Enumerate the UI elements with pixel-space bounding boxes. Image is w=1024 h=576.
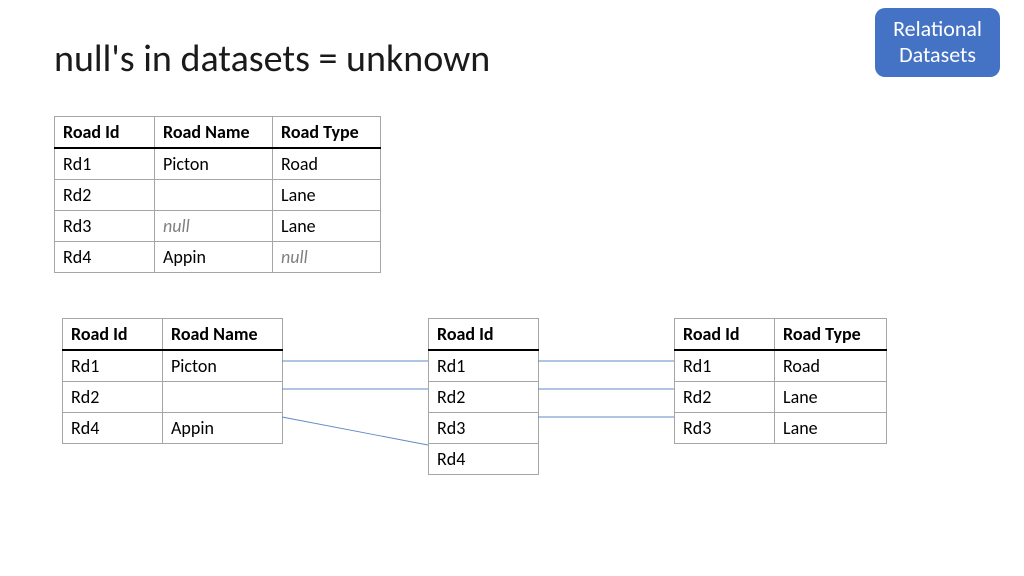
table-row: Rd4 Appin <box>63 413 283 444</box>
table-row: Rd2 <box>429 382 539 413</box>
table-row: Rd4 Appin null <box>55 242 381 273</box>
cell: Rd3 <box>429 413 539 444</box>
cell: Rd4 <box>429 444 539 475</box>
table-row: Rd2 <box>63 382 283 413</box>
table-row: Rd2 Lane <box>675 382 887 413</box>
badge-line1: Relational <box>893 15 982 42</box>
col-road-id: Road Id <box>63 319 163 351</box>
cell: Road <box>273 148 381 180</box>
cell: Picton <box>155 148 273 180</box>
cell-null: null <box>155 211 273 242</box>
table-head-row: Road Id Road Type <box>675 319 887 351</box>
table-left: Road Id Road Name Rd1 Picton Rd2 Rd4 App… <box>62 318 283 444</box>
table-row: Rd4 <box>429 444 539 475</box>
cell: Lane <box>775 382 887 413</box>
table-row: Rd1 <box>429 350 539 382</box>
cell: Rd2 <box>63 382 163 413</box>
cell: Lane <box>273 211 381 242</box>
badge-line2: Datasets <box>899 41 976 68</box>
cell-null: null <box>273 242 381 273</box>
cell: Road <box>775 350 887 382</box>
cell: Lane <box>273 180 381 211</box>
col-road-id: Road Id <box>675 319 775 351</box>
cell: Rd4 <box>55 242 155 273</box>
table-main: Road Id Road Name Road Type Rd1 Picton R… <box>54 116 381 273</box>
col-road-id: Road Id <box>55 117 155 149</box>
cell: Rd1 <box>63 350 163 382</box>
table-row: Rd1 Picton <box>63 350 283 382</box>
cell <box>163 382 283 413</box>
col-road-name: Road Name <box>163 319 283 351</box>
cell: Rd2 <box>675 382 775 413</box>
cell: Picton <box>163 350 283 382</box>
table-row: Rd1 Picton Road <box>55 148 381 180</box>
cell: Rd2 <box>429 382 539 413</box>
col-road-type: Road Type <box>775 319 887 351</box>
cell: Rd3 <box>55 211 155 242</box>
table-row: Rd3 null Lane <box>55 211 381 242</box>
table-row: Rd1 Road <box>675 350 887 382</box>
cell: Lane <box>775 413 887 444</box>
cell: Rd1 <box>429 350 539 382</box>
table-head-row: Road Id Road Name <box>63 319 283 351</box>
col-road-name: Road Name <box>155 117 273 149</box>
table-row: Rd2 Lane <box>55 180 381 211</box>
connectors <box>0 0 1024 576</box>
cell: Rd1 <box>55 148 155 180</box>
table-head-row: Road Id Road Name Road Type <box>55 117 381 149</box>
table-row: Rd3 <box>429 413 539 444</box>
cell: Rd3 <box>675 413 775 444</box>
table-head-row: Road Id <box>429 319 539 351</box>
cell: Rd2 <box>55 180 155 211</box>
col-road-type: Road Type <box>273 117 381 149</box>
slide-title: null's in datasets = unknown <box>54 36 490 82</box>
cell: Rd1 <box>675 350 775 382</box>
table-right: Road Id Road Type Rd1 Road Rd2 Lane Rd3 … <box>674 318 887 444</box>
table-mid: Road Id Rd1 Rd2 Rd3 Rd4 <box>428 318 539 475</box>
col-road-id: Road Id <box>429 319 539 351</box>
cell <box>155 180 273 211</box>
topic-badge: Relational Datasets <box>875 8 1000 77</box>
table-row: Rd3 Lane <box>675 413 887 444</box>
cell: Rd4 <box>63 413 163 444</box>
cell: Appin <box>155 242 273 273</box>
cell: Appin <box>163 413 283 444</box>
